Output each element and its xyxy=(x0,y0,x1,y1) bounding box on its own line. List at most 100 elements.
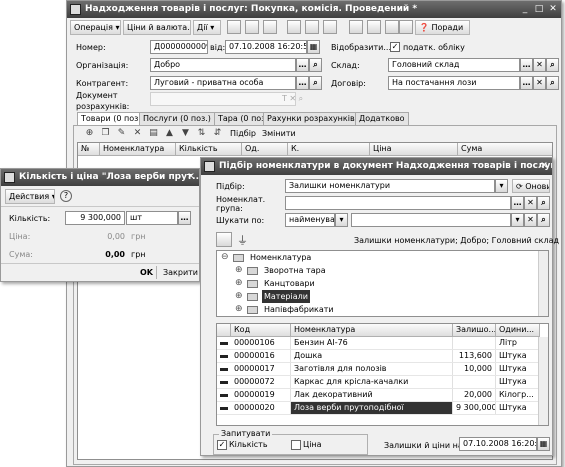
advice-button[interactable]: ❓ Поради xyxy=(415,20,470,35)
print-icon[interactable] xyxy=(287,20,301,34)
date-field[interactable]: 07.10.2008 16:20:57 xyxy=(225,40,307,54)
sort-asc-icon[interactable]: ⇅ xyxy=(196,128,207,139)
expand-icon[interactable]: ⊖ xyxy=(221,251,229,264)
minimize-icon[interactable]: _ xyxy=(519,4,531,15)
items-col-qty[interactable]: Залишо... xyxy=(453,324,496,337)
tax-accounting-checkbox[interactable]: ✓ xyxy=(390,42,400,52)
pick-mode-select[interactable]: Залишки номенклатури xyxy=(285,179,495,193)
group-field[interactable] xyxy=(285,196,511,210)
items-col-name[interactable]: Номенклатура xyxy=(291,324,453,337)
warehouse-field[interactable]: Головний склад xyxy=(388,58,520,72)
contract-select-icon[interactable]: … xyxy=(520,76,533,90)
pick-mode-dropdown-icon[interactable]: ▾ xyxy=(495,179,508,193)
search-clear-icon[interactable]: ✕ xyxy=(524,213,537,227)
warehouse-search-icon[interactable]: ⌕ xyxy=(546,58,559,72)
contract-search-icon[interactable]: ⌕ xyxy=(546,76,559,90)
table-row[interactable]: 00000017 Заготівля для полозів 10,000 Штука xyxy=(217,363,540,376)
warehouse-select-icon[interactable]: … xyxy=(520,58,533,72)
organization-field[interactable]: Добро xyxy=(150,58,296,72)
table-row[interactable]: 00000106 Бензин АІ-76 Літр xyxy=(217,337,540,350)
organization-select-icon[interactable]: … xyxy=(296,58,309,72)
warehouse-clear-icon[interactable]: ✕ xyxy=(533,58,546,72)
tab-accounts[interactable]: Рахунки розрахунків xyxy=(263,112,359,125)
group-search-icon[interactable]: ⌕ xyxy=(537,196,550,210)
movements-icon[interactable] xyxy=(367,20,381,34)
unpost-icon[interactable] xyxy=(323,20,337,34)
request-price-checkbox[interactable] xyxy=(291,440,301,450)
goods-col-sum[interactable]: Сума xyxy=(458,143,552,156)
add-row-icon[interactable]: ⊕ xyxy=(84,128,95,139)
refresh-button[interactable]: ⟳ Оновити xyxy=(512,179,550,193)
goods-col-name[interactable]: Номенклатура xyxy=(100,143,176,156)
tree-item[interactable]: ⊕ Канцтовари xyxy=(217,277,538,290)
close-button[interactable]: Закрити xyxy=(163,267,198,278)
goods-col-qty[interactable]: Кількість xyxy=(176,143,242,156)
table-row[interactable]: 00000072 Каркас для крісла-качалки Штука xyxy=(217,376,540,389)
unit-field[interactable]: шт xyxy=(126,211,178,225)
pick-close-icon[interactable]: ✕ xyxy=(538,161,550,172)
save-icon[interactable] xyxy=(227,20,241,34)
remains-calendar-icon[interactable]: ▦ xyxy=(537,437,550,451)
refresh-icon[interactable] xyxy=(263,20,277,34)
quantity-close-icon[interactable]: ✕ xyxy=(185,172,197,183)
maximize-icon[interactable]: □ xyxy=(533,4,545,15)
move-up-icon[interactable]: ▲ xyxy=(164,128,175,139)
expand-icon[interactable]: ⊕ xyxy=(235,303,243,316)
tree-item[interactable]: ⊕ Матеріали xyxy=(217,290,538,303)
search-by-select[interactable]: найменуванню xyxy=(285,213,335,227)
end-edit-icon[interactable]: ▤ xyxy=(148,128,159,139)
tree-root-item[interactable]: ⊖ Номенклатура xyxy=(217,251,538,264)
quantity-actions-button[interactable]: Действия ▾ xyxy=(5,189,55,204)
contractor-search-icon[interactable]: ⌕ xyxy=(309,76,322,90)
contract-field[interactable]: На постачання лози xyxy=(388,76,520,90)
search-by-dropdown-icon[interactable]: ▾ xyxy=(335,213,348,227)
number-field[interactable]: Д0000000009 xyxy=(150,40,208,54)
category-tree[interactable]: ⊖ Номенклатура ⊕ Зворотна тара ⊕ Канцтовари ⊕ М… xyxy=(216,250,549,317)
ok-button[interactable]: OK xyxy=(140,267,153,278)
tree-item[interactable]: ⊕ Зворотна тара xyxy=(217,264,538,277)
quantity-help-icon[interactable]: ? xyxy=(60,190,72,202)
expand-icon[interactable]: ⊕ xyxy=(235,290,243,303)
remains-date-field[interactable]: 07.10.2008 16:20:57 xyxy=(459,437,537,451)
search-text-field[interactable] xyxy=(351,213,511,227)
pick-button[interactable]: Підбір xyxy=(230,128,256,139)
prices-currency-button[interactable]: Ціни й валюта... xyxy=(123,20,191,35)
doc-calc-field[interactable] xyxy=(150,92,296,106)
items-scrollbar[interactable] xyxy=(538,337,548,425)
expand-icon[interactable]: ⊕ xyxy=(235,277,243,290)
goods-col-no[interactable]: № xyxy=(78,143,100,156)
tab-goods[interactable]: Товари (0 поз.) xyxy=(77,112,149,125)
search-go-icon[interactable]: ⌕ xyxy=(537,213,550,227)
operation-button[interactable]: Операція ▾ xyxy=(70,20,121,35)
delete-row-icon[interactable]: ✕ xyxy=(132,128,143,139)
group-clear-icon[interactable]: ✕ xyxy=(524,196,537,210)
search-text-dropdown-icon[interactable]: ▾ xyxy=(511,213,524,227)
contractor-select-icon[interactable]: … xyxy=(296,76,309,90)
close-icon[interactable]: ✕ xyxy=(547,4,559,15)
move-down-icon[interactable]: ▼ xyxy=(180,128,191,139)
quantity-field[interactable]: 9 300,000 xyxy=(65,211,125,225)
table-row[interactable]: 00000019 Лак декоративний 20,000 Кілогр... xyxy=(217,389,540,402)
items-table[interactable]: Код Номенклатура Залишо... Одини... 0000… xyxy=(216,323,549,426)
report-icon[interactable] xyxy=(385,20,399,34)
table-row[interactable]: 00000020 Лоза верби прутоподібної 9 300,00… xyxy=(217,402,540,415)
structure-icon[interactable] xyxy=(349,20,363,34)
request-qty-checkbox[interactable]: ✓ xyxy=(217,440,227,450)
tree-scrollbar[interactable] xyxy=(538,251,548,316)
items-col-code[interactable]: Код xyxy=(231,324,291,337)
tab-services[interactable]: Послуги (0 поз.) xyxy=(139,112,215,125)
actions-button[interactable]: Дії ▾ xyxy=(193,20,221,35)
tree-item[interactable]: ⊕ Напівфабрикати xyxy=(217,303,538,316)
table-row[interactable]: 00000016 Дошка 113,600 Штука xyxy=(217,350,540,363)
filter-icon[interactable]: ⏚ xyxy=(237,232,248,248)
goods-col-price[interactable]: Ціна xyxy=(370,143,458,156)
copy-row-icon[interactable]: ❐ xyxy=(100,128,111,139)
contractor-field[interactable]: Луговий - приватна особа xyxy=(150,76,296,90)
doc-calc-type-icon[interactable]: T ✕ ⌕ xyxy=(282,94,303,104)
calendar-icon[interactable]: ▦ xyxy=(307,40,320,54)
sort-desc-icon[interactable]: ⇵ xyxy=(212,128,223,139)
items-col-unit[interactable]: Одини... xyxy=(496,324,540,337)
organization-search-icon[interactable]: ⌕ xyxy=(309,58,322,72)
change-button[interactable]: Змінити xyxy=(262,128,296,139)
tab-additional[interactable]: Додатково xyxy=(355,112,409,125)
